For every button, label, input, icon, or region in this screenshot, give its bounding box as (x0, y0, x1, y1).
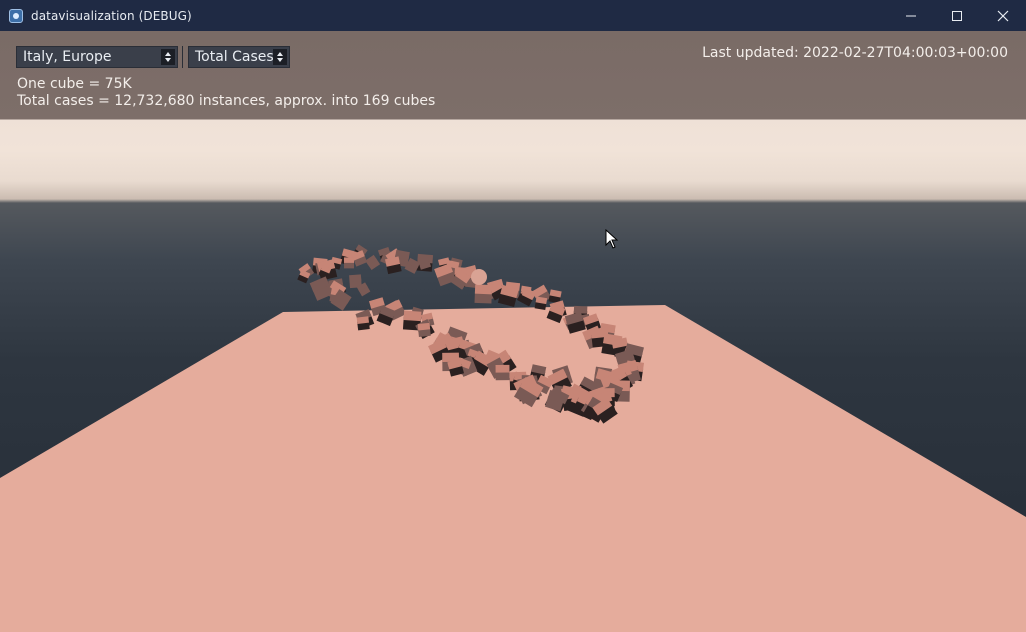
dropdown-arrows-icon (161, 49, 175, 65)
data-cube (356, 316, 370, 331)
metric-select-value: Total Cases (195, 49, 274, 65)
floor-plane (0, 305, 1026, 632)
3d-viewport[interactable]: Italy, Europe Total Cases Last updated: … (0, 31, 1026, 632)
title-bar: datavisualization (DEBUG) (0, 0, 1026, 32)
region-select-value: Italy, Europe (23, 49, 112, 65)
close-icon (997, 10, 1009, 21)
center-sphere (471, 269, 487, 285)
metric-select[interactable]: Total Cases (188, 46, 290, 68)
dropdown-arrows-icon (273, 49, 287, 65)
last-updated-label: Last updated: 2022-02-27T04:00:03+00:00 (702, 45, 1008, 61)
data-cube (365, 254, 381, 271)
hud-overlay: Italy, Europe Total Cases Last updated: … (0, 31, 1026, 120)
data-cube (495, 364, 510, 381)
data-cube (343, 257, 355, 269)
window-title: datavisualization (DEBUG) (31, 8, 192, 23)
data-cube (417, 322, 431, 337)
minimize-button[interactable] (888, 0, 934, 31)
toolbar-separator (182, 46, 183, 68)
total-cases-label: Total cases = 12,732,680 instances, appr… (17, 93, 436, 109)
app-icon (9, 8, 23, 23)
close-button[interactable] (980, 0, 1026, 31)
window-controls (888, 0, 1026, 31)
scene-canvas (0, 244, 1026, 632)
maximize-icon (952, 10, 962, 21)
data-cube (534, 296, 548, 311)
mouse-cursor-icon (605, 229, 619, 249)
maximize-button[interactable] (934, 0, 980, 31)
region-select[interactable]: Italy, Europe (16, 46, 178, 68)
minimize-icon (906, 15, 916, 16)
data-cube (474, 284, 493, 304)
cube-scale-label: One cube = 75K (17, 76, 132, 92)
